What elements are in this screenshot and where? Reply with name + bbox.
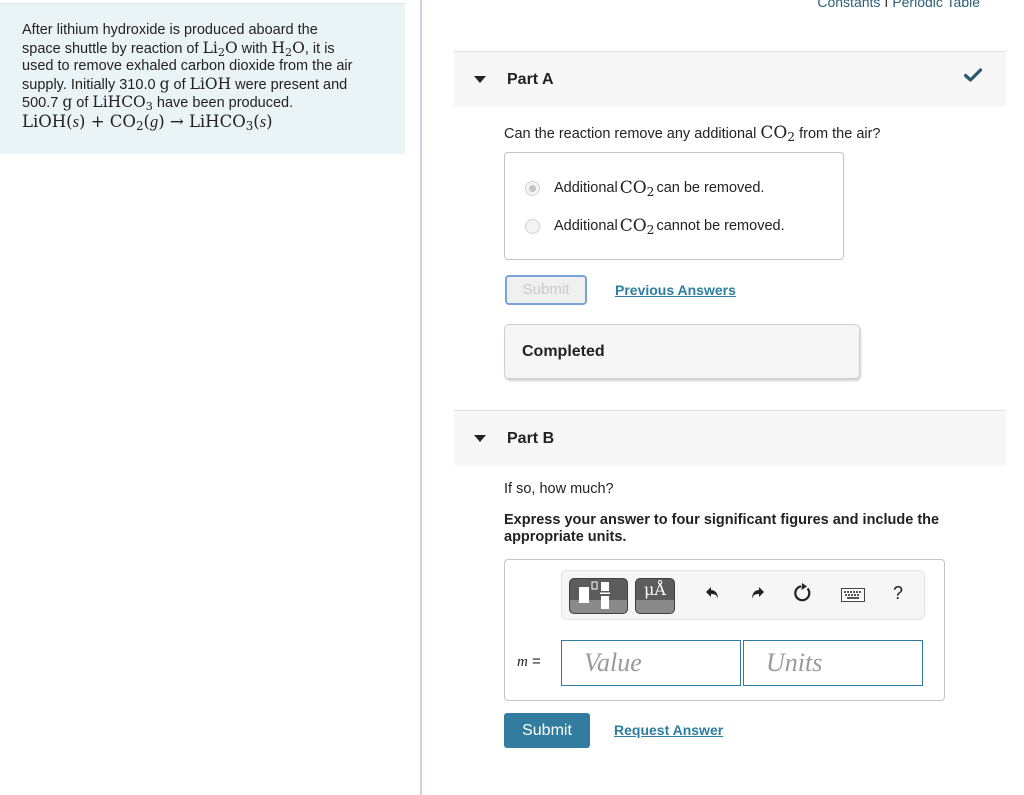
collapse-caret-icon[interactable] xyxy=(474,435,486,442)
completed-status: Completed xyxy=(504,324,860,379)
problem-line-5: 500.7 g of LiHCO3 have been produced. xyxy=(22,93,294,113)
request-answer-link[interactable]: Request Answer xyxy=(614,722,723,738)
constants-link[interactable]: Constants xyxy=(817,0,880,10)
part-a-question: Can the reaction remove any additional C… xyxy=(504,123,881,145)
previous-answers-link[interactable]: Previous Answers xyxy=(615,282,736,298)
link-separator: I xyxy=(884,0,889,10)
choice-cannot-be-removed[interactable]: Additional CO2 cannot be removed. xyxy=(525,216,785,236)
problem-line-1: After lithium hydroxide is produced aboa… xyxy=(22,22,318,38)
symbols-button[interactable]: μÅ xyxy=(635,578,675,614)
answer-entry-box: μÅ ? m = Value Units xyxy=(504,559,945,701)
value-input[interactable]: Value xyxy=(561,640,741,686)
reset-icon[interactable] xyxy=(793,583,813,603)
choice-can-be-removed[interactable]: Additional CO2 can be removed. xyxy=(525,178,764,198)
part-a-header[interactable]: Part A xyxy=(454,51,1006,107)
part-a-label: Part A xyxy=(507,70,554,88)
templates-button[interactable] xyxy=(569,578,628,614)
radio-selected[interactable] xyxy=(525,180,540,196)
radio-unselected[interactable] xyxy=(525,218,540,234)
redo-icon[interactable] xyxy=(749,585,765,601)
collapse-caret-icon[interactable] xyxy=(474,76,486,83)
formula-h2o: H2O xyxy=(271,38,305,59)
templates-icon xyxy=(579,581,610,609)
problem-statement: After lithium hydroxide is produced aboa… xyxy=(0,3,405,154)
problem-line-3: used to remove exhaled carbon dioxide fr… xyxy=(22,58,353,74)
problem-line-4: supply. Initially 310.0 g of LiOH were p… xyxy=(22,74,348,93)
answer-choices: Additional CO2 can be removed. Additiona… xyxy=(504,152,844,260)
undo-icon[interactable] xyxy=(705,585,721,601)
part-b-submit-button[interactable]: Submit xyxy=(504,713,590,748)
part-b-header[interactable]: Part B xyxy=(454,410,1006,466)
reaction-equation: LiOH(s) + CO2(g) → LiHCO3(s) xyxy=(22,111,273,133)
keyboard-icon[interactable] xyxy=(841,588,865,602)
variable-label: m = xyxy=(517,653,541,670)
part-b-label: Part B xyxy=(507,429,555,447)
formula-li2o: Li2O xyxy=(202,38,238,59)
part-b-instruction: Express your answer to four significant … xyxy=(504,512,940,545)
checkmark-icon xyxy=(964,68,982,82)
units-input[interactable]: Units xyxy=(743,640,923,686)
problem-line-2: space shuttle by reaction of Li2O with H… xyxy=(22,38,335,59)
part-a-submit-button[interactable]: Submit xyxy=(505,275,587,305)
math-toolbar: μÅ ? xyxy=(561,570,925,620)
part-b-question: If so, how much? xyxy=(504,481,614,497)
formula-lioh: LiOH xyxy=(189,74,232,93)
help-button[interactable]: ? xyxy=(893,583,903,604)
panel-divider xyxy=(420,0,422,795)
formula-lihco3: LiHCO3 xyxy=(92,93,153,113)
periodic-table-link[interactable]: Periodic Table xyxy=(892,0,980,10)
resource-links: Constants I Periodic Table xyxy=(817,0,980,10)
